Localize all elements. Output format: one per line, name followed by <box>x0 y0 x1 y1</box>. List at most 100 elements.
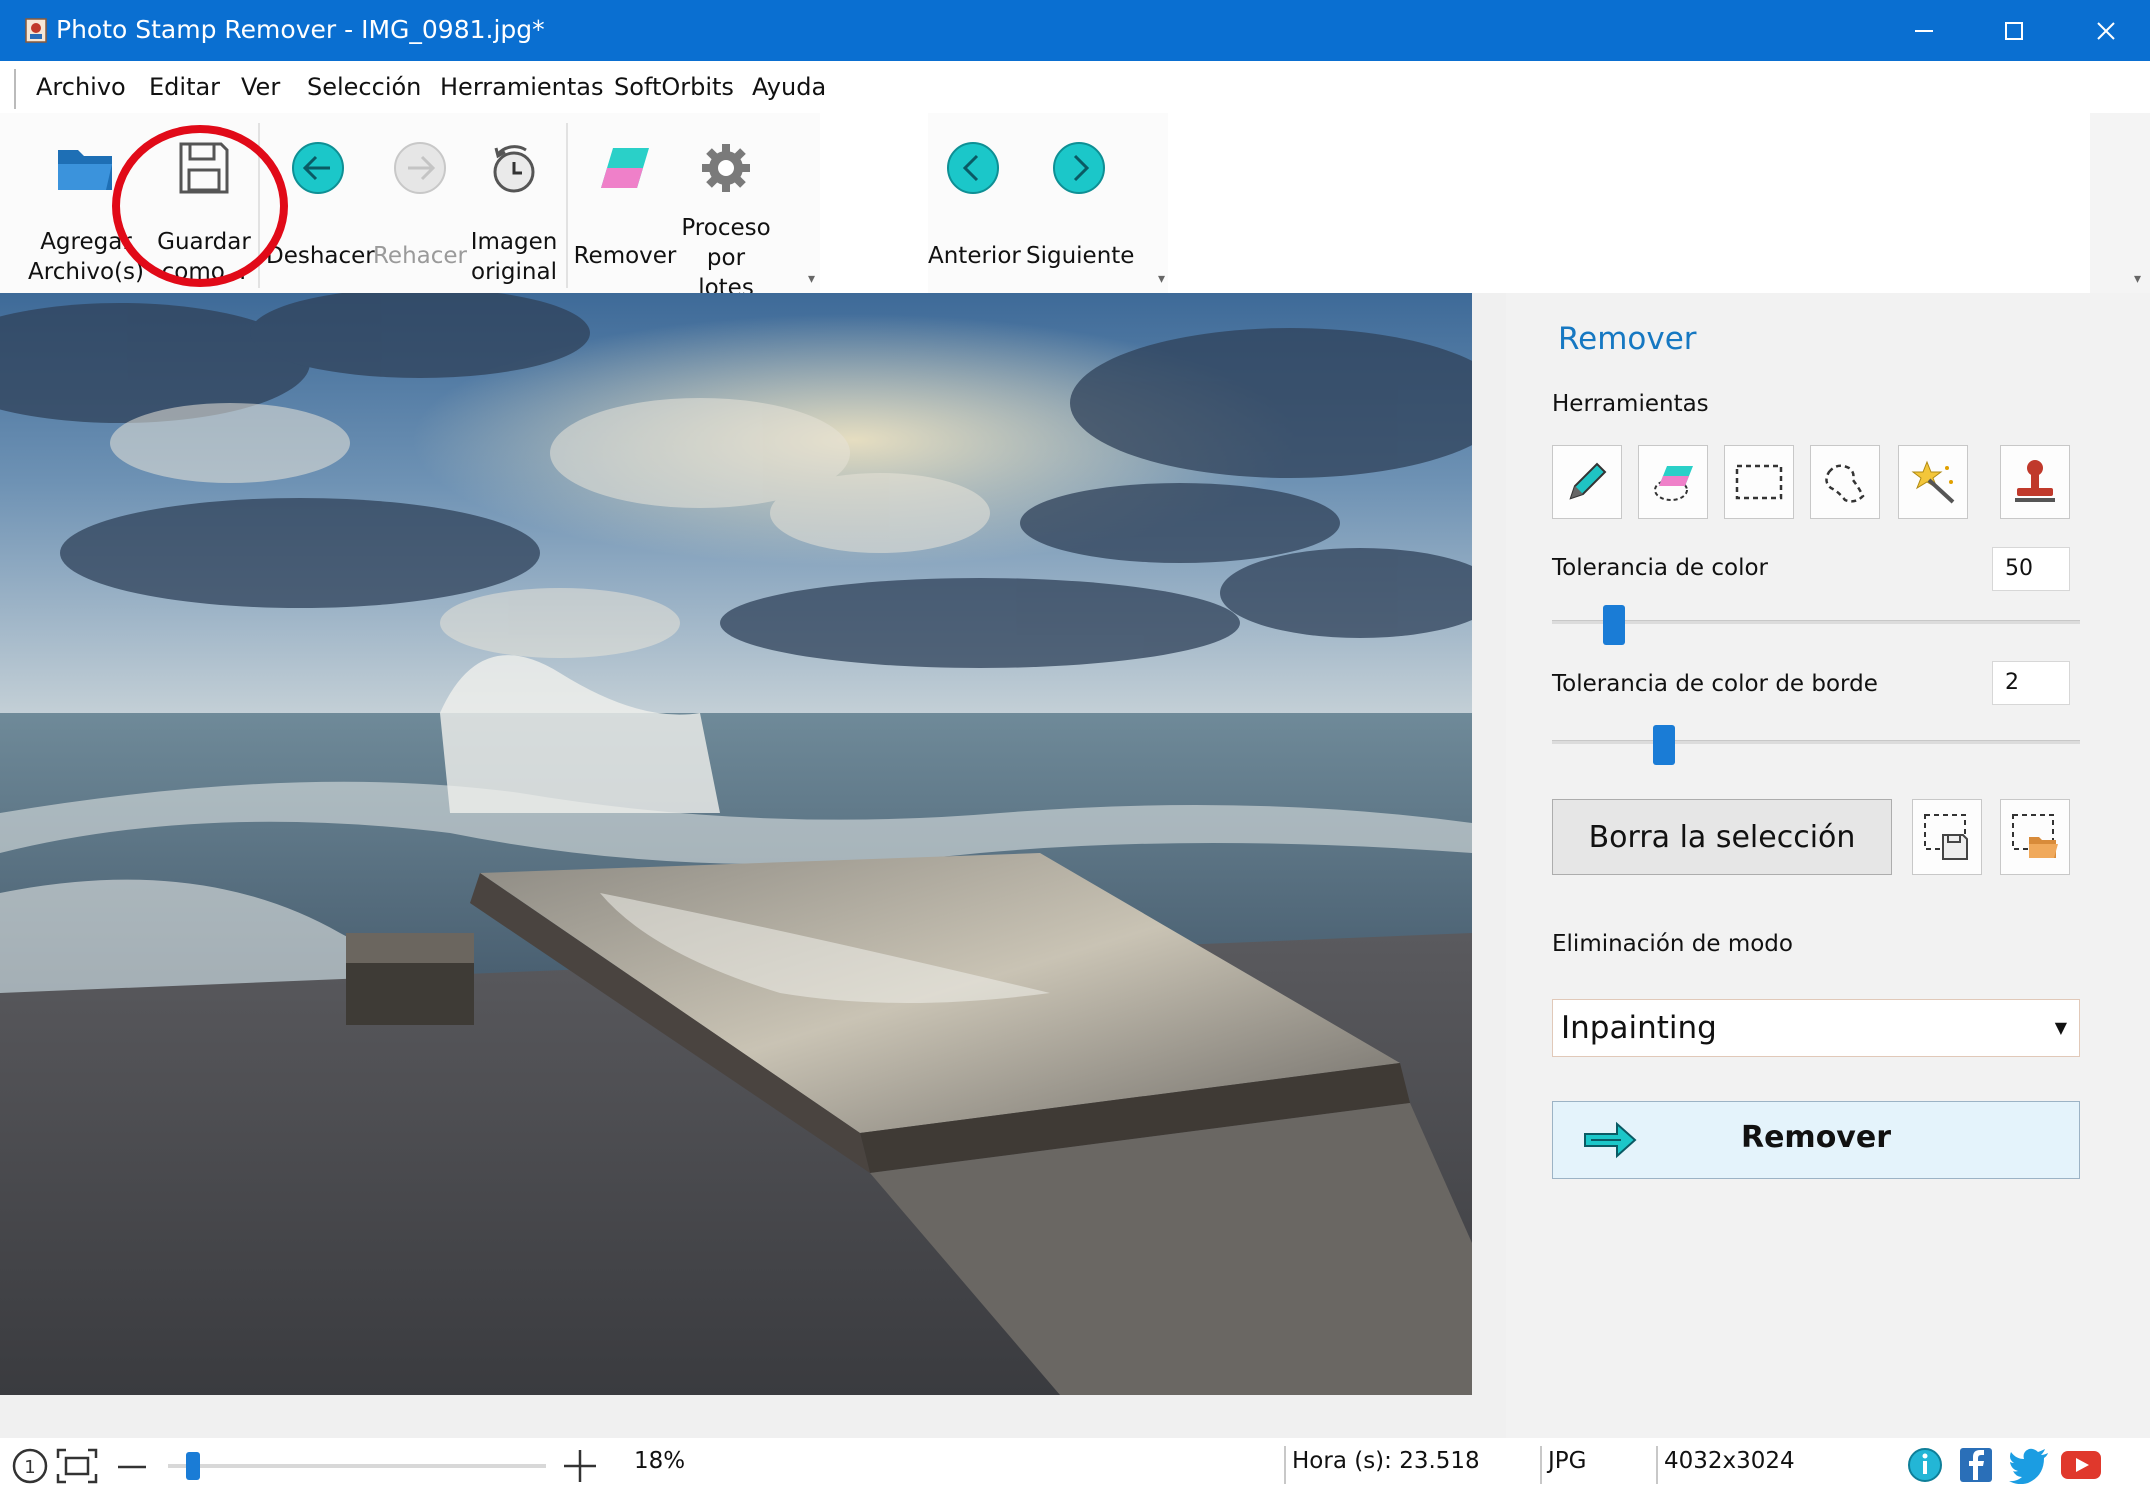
remove-panel: Remover Herramientas Tolerancia de color… <box>1506 293 2150 1438</box>
status-bar: 1 18% Hora (s): 23.518 JPG 4032x3024 <box>0 1438 2150 1488</box>
rect-select-icon <box>1735 464 1783 500</box>
app-icon <box>25 18 47 43</box>
menu-editar[interactable]: Editar <box>149 71 220 103</box>
toolbar-end-shade <box>2090 113 2150 293</box>
remove-button[interactable]: Remover <box>1552 1101 2080 1179</box>
zoom-slider[interactable] <box>168 1452 546 1482</box>
status-separator <box>1540 1446 1542 1484</box>
fit-to-window-icon[interactable] <box>54 1446 100 1486</box>
slider-track <box>1552 620 2080 624</box>
photo-image <box>0 293 1472 1395</box>
toolbar-separator <box>566 123 568 288</box>
gear-icon <box>691 133 761 203</box>
minimize-button[interactable] <box>1878 0 1970 61</box>
folder-open-icon <box>51 133 121 203</box>
zoom-out-icon[interactable] <box>114 1450 150 1484</box>
color-tolerance-input[interactable]: 50 <box>1992 547 2070 591</box>
zoom-slider-thumb[interactable] <box>186 1452 200 1480</box>
actual-size-icon[interactable]: 1 <box>10 1446 50 1486</box>
slider-thumb[interactable] <box>1603 605 1625 645</box>
pencil-icon <box>1569 462 1607 500</box>
file-format: JPG <box>1548 1448 1587 1474</box>
tool-stamp-button[interactable] <box>2000 445 2070 519</box>
tool-lasso-button[interactable] <box>1810 445 1880 519</box>
status-separator <box>1284 1446 1286 1484</box>
tool-rect-select-button[interactable] <box>1724 445 1794 519</box>
save-icon <box>169 133 239 203</box>
remove-toolbar-button[interactable]: Remover <box>572 133 678 293</box>
color-tolerance-label: Tolerancia de color <box>1552 555 1769 581</box>
mode-dropdown[interactable]: Inpainting ▼ <box>1552 999 2080 1057</box>
original-image-button[interactable]: Imagen original <box>466 133 562 293</box>
tools-label: Herramientas <box>1552 391 1709 417</box>
menu-bar: Archivo Editar Ver Selección Herramienta… <box>0 61 2150 113</box>
edge-tolerance-label: Tolerancia de color de borde <box>1552 671 1878 697</box>
load-selection-icon <box>2012 814 2058 858</box>
menu-grip <box>14 69 16 109</box>
menu-seleccion[interactable]: Selección <box>307 71 421 103</box>
zoom-in-icon[interactable] <box>560 1446 600 1486</box>
menu-herramientas[interactable]: Herramientas <box>440 71 603 103</box>
chevron-right-icon <box>1044 133 1114 203</box>
toolbar: Agregar Archivo(s) Guardar como... Desha… <box>0 113 2150 301</box>
edge-tolerance-slider[interactable] <box>1552 725 2080 765</box>
history-icon <box>479 133 549 203</box>
minimize-icon <box>1915 29 1933 32</box>
clear-selection-button[interactable]: Borra la selección <box>1552 799 1892 875</box>
save-as-button[interactable]: Guardar como... <box>150 133 258 293</box>
toolbar-overflow-chevron[interactable]: ▾ <box>1158 271 1165 287</box>
chevron-left-icon <box>938 133 1008 203</box>
magic-wand-icon <box>1911 460 1955 504</box>
close-button[interactable] <box>2060 0 2150 61</box>
window-title: Photo Stamp Remover - IMG_0981.jpg* <box>56 15 545 44</box>
add-files-button[interactable]: Agregar Archivo(s) <box>18 133 154 293</box>
svg-text:1: 1 <box>24 1457 35 1478</box>
close-icon <box>2097 21 2115 40</box>
twitter-icon[interactable] <box>2008 1446 2050 1484</box>
menu-ver[interactable]: Ver <box>241 71 280 103</box>
batch-process-button[interactable]: Proceso por lotes <box>678 133 774 301</box>
image-canvas[interactable] <box>0 293 1506 1438</box>
eraser-icon <box>1654 466 1693 501</box>
eraser-icon <box>590 133 660 203</box>
menu-ayuda[interactable]: Ayuda <box>752 71 826 103</box>
toolbar-overflow-chevron[interactable]: ▾ <box>808 271 815 287</box>
mode-label: Eliminación de modo <box>1552 931 1793 957</box>
next-button[interactable]: Siguiente <box>1026 133 1134 293</box>
save-selection-icon <box>1924 814 1968 860</box>
arrow-right-icon <box>385 133 455 203</box>
undo-button[interactable]: Deshacer <box>266 133 375 293</box>
maximize-button[interactable] <box>1968 0 2060 61</box>
info-icon[interactable] <box>1906 1446 1944 1484</box>
lasso-icon <box>1825 464 1865 503</box>
toolbar-overflow-chevron[interactable]: ▾ <box>2134 271 2141 287</box>
zoom-level: 18% <box>634 1448 686 1474</box>
panel-title: Remover <box>1558 321 1697 357</box>
arrow-left-icon <box>283 133 353 203</box>
save-selection-button[interactable] <box>1912 799 1982 875</box>
title-bar: Photo Stamp Remover - IMG_0981.jpg* <box>0 0 2150 61</box>
slider-thumb[interactable] <box>1653 725 1675 765</box>
facebook-icon[interactable] <box>1958 1446 1994 1484</box>
menu-archivo[interactable]: Archivo <box>36 71 126 103</box>
stamp-icon <box>2015 460 2055 502</box>
status-separator <box>1656 1446 1658 1484</box>
edge-tolerance-input[interactable]: 2 <box>1992 661 2070 705</box>
tool-magic-wand-button[interactable] <box>1898 445 1968 519</box>
load-selection-button[interactable] <box>2000 799 2070 875</box>
zoom-slider-track <box>168 1464 546 1468</box>
toolbar-separator <box>258 123 260 288</box>
previous-button[interactable]: Anterior <box>928 133 1021 293</box>
slider-track <box>1552 740 2080 744</box>
dropdown-arrow-icon: ▼ <box>2054 1018 2067 1037</box>
menu-softorbits[interactable]: SoftOrbits <box>614 71 734 103</box>
maximize-icon <box>2005 21 2023 40</box>
redo-button[interactable]: Rehacer <box>370 133 470 293</box>
tool-eraser-button[interactable] <box>1638 445 1708 519</box>
color-tolerance-slider[interactable] <box>1552 605 2080 645</box>
mode-value: Inpainting <box>1561 1010 1717 1046</box>
tool-pencil-button[interactable] <box>1552 445 1622 519</box>
image-dimensions: 4032x3024 <box>1664 1448 1795 1474</box>
processing-time: Hora (s): 23.518 <box>1292 1448 1480 1474</box>
youtube-icon[interactable] <box>2060 1448 2102 1482</box>
